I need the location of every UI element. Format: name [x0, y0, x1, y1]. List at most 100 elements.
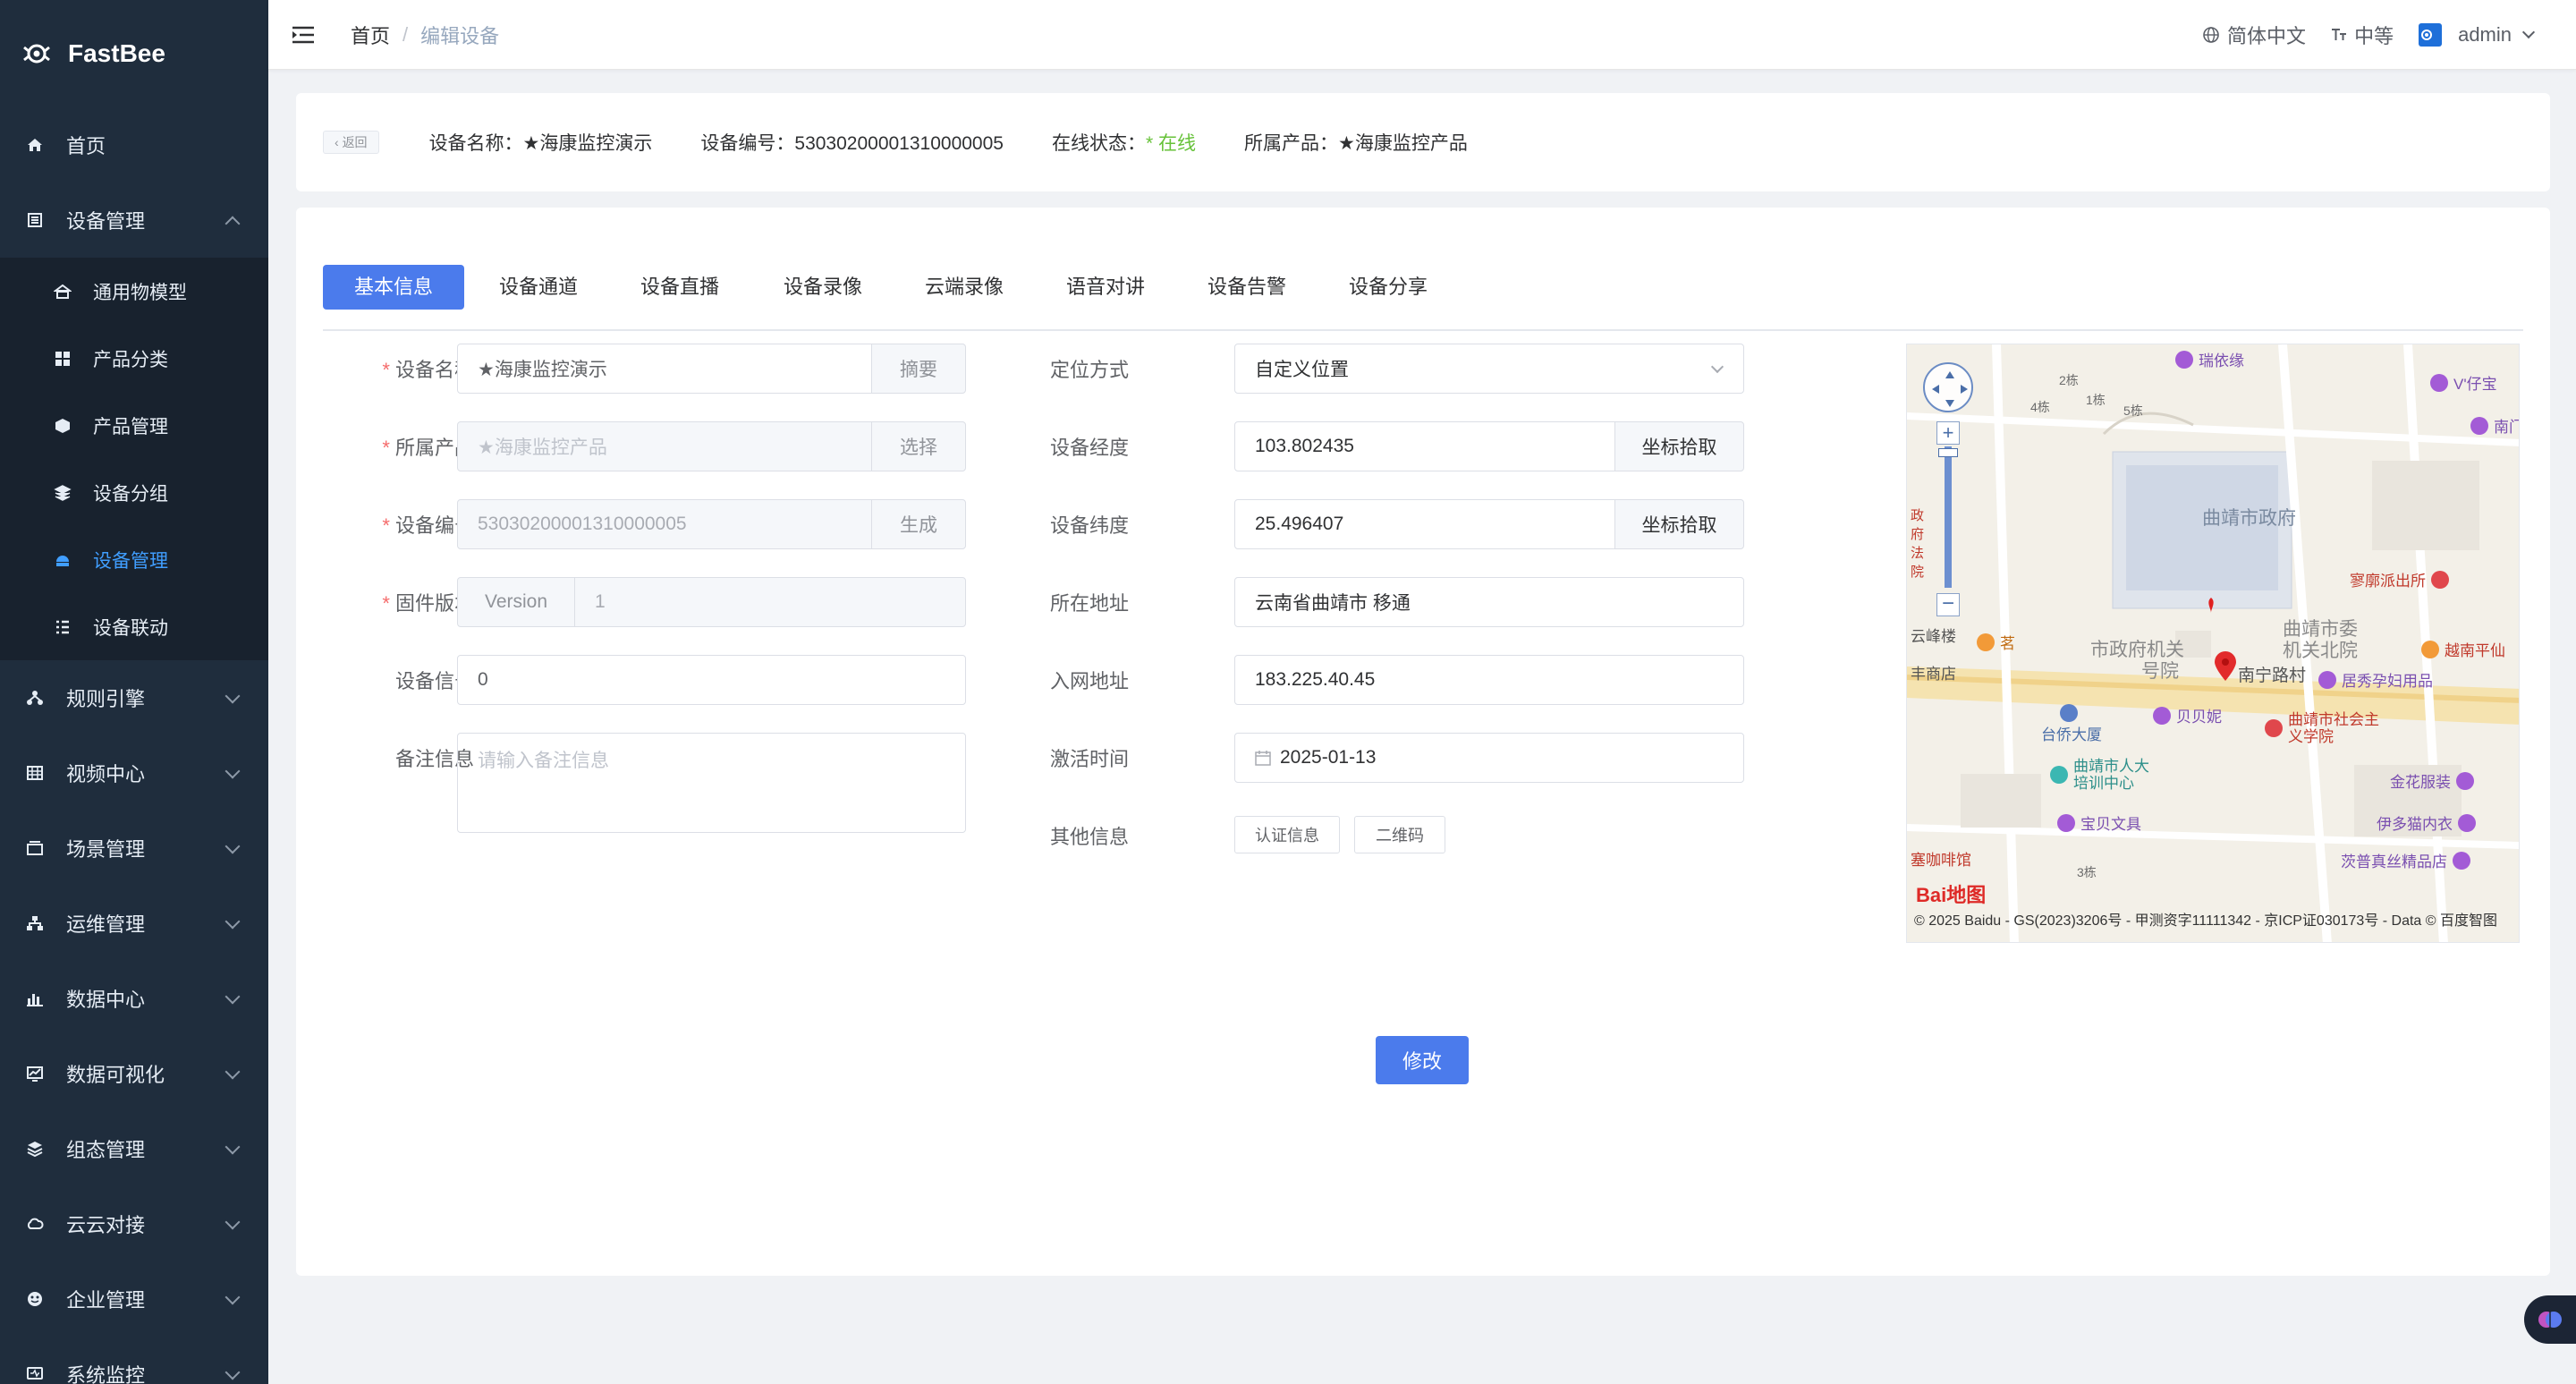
- map-label-bldg: 3栋: [2077, 865, 2097, 879]
- map-poi[interactable]: 越南平仙: [2421, 638, 2505, 660]
- serial-input: 53030200001310000005: [457, 499, 874, 549]
- sidebar-item-ops[interactable]: 运维管理: [0, 886, 268, 961]
- remark-textarea[interactable]: 请输入备注信息: [457, 733, 966, 833]
- location-map[interactable]: + − 曲靖市政府 市政府机关 号院 曲靖市委 机关北院 南宁路村 2栋 4栋 …: [1906, 344, 2520, 943]
- tab-alarm[interactable]: 设备告警: [1180, 265, 1314, 310]
- chevron-down-icon: [225, 989, 241, 1005]
- locate-select[interactable]: 自定义位置: [1234, 344, 1744, 394]
- sidebar-item-label: 企业管理: [66, 1289, 146, 1312]
- sidebar-item-scene[interactable]: 场景管理: [0, 811, 268, 886]
- sidebar-sub-item-category[interactable]: 产品分类: [0, 325, 268, 392]
- tab-live[interactable]: 设备直播: [613, 265, 747, 310]
- monitor-icon: [25, 1364, 45, 1384]
- locate-value: 自定义位置: [1255, 360, 1349, 380]
- map-label-bldg: 5栋: [2123, 403, 2143, 418]
- map-label-bldg: 4栋: [2030, 400, 2050, 414]
- sidebar-item-rule-engine[interactable]: 规则引擎: [0, 660, 268, 735]
- tab-share[interactable]: 设备分享: [1321, 265, 1455, 310]
- zoom-slider[interactable]: + −: [1936, 421, 1960, 618]
- ops-icon: [25, 913, 45, 933]
- back-button[interactable]: ‹ 返回: [323, 131, 379, 154]
- user-menu[interactable]: admin: [2419, 23, 2536, 47]
- map-poi[interactable]: 曲靖市人大培训中心: [2050, 758, 2184, 792]
- font-size-icon: [2332, 29, 2347, 40]
- sidebar-sub-item-group[interactable]: 设备分组: [0, 459, 268, 526]
- zoom-handle[interactable]: [1938, 448, 1958, 457]
- sidebar-item-label: 系统监控: [66, 1364, 146, 1384]
- size-label: 中等: [2354, 25, 2394, 47]
- avatar: [2419, 23, 2443, 47]
- sidebar-sub-item-device-manage[interactable]: 设备管理: [0, 526, 268, 593]
- map-poi[interactable]: V'仔宝: [2430, 371, 2497, 394]
- tab-basic-info[interactable]: 基本信息: [323, 265, 464, 310]
- baidu-map-logo: Bai地图: [1916, 884, 1987, 906]
- signal-input[interactable]: 0: [457, 655, 966, 705]
- sidebar-item-enterprise[interactable]: 企业管理: [0, 1261, 268, 1337]
- map-poi[interactable]: 贝贝妮: [2153, 704, 2222, 726]
- sidebar-sub-item-product[interactable]: 产品管理: [0, 392, 268, 459]
- tab-cloud-recording[interactable]: 云端录像: [897, 265, 1031, 310]
- activate-date-input[interactable]: 2025-01-13: [1234, 733, 1744, 783]
- language-switch[interactable]: 简体中文: [2202, 21, 2306, 49]
- assistant-float-button[interactable]: [2524, 1295, 2576, 1344]
- sidebar-sub-item-label: 设备管理: [93, 550, 168, 572]
- latitude-input[interactable]: 25.496407: [1234, 499, 1617, 549]
- map-poi[interactable]: 曲靖市社会主义学院: [2265, 711, 2399, 745]
- map-poi[interactable]: 瑞依缘: [2175, 348, 2244, 370]
- chevron-down-icon: [225, 838, 241, 854]
- longitude-input[interactable]: 103.802435: [1234, 421, 1617, 471]
- map-poi[interactable]: 寥廓派出所: [2350, 568, 2454, 590]
- map-poi[interactable]: 南门i: [2470, 414, 2519, 437]
- map-poi[interactable]: 茨普真丝精品店: [2341, 849, 2476, 871]
- auth-info-button[interactable]: 认证信息: [1234, 816, 1340, 853]
- map-poi[interactable]: 云峰楼: [1911, 624, 1956, 646]
- chevron-down-icon: [225, 913, 241, 930]
- device-edit-card: 基本信息 设备通道 设备直播 设备录像 云端录像 语音对讲 设备告警 设备分享 …: [296, 208, 2550, 1276]
- sidebar-item-cloud[interactable]: 云云对接: [0, 1186, 268, 1261]
- tab-recording[interactable]: 设备录像: [756, 265, 890, 310]
- sidebar-item-configuration[interactable]: 组态管理: [0, 1111, 268, 1186]
- sidebar-sub-item-linkage[interactable]: 设备联动: [0, 593, 268, 660]
- app-logo[interactable]: FastBee: [0, 0, 268, 107]
- map-label-bldg: 2栋: [2059, 373, 2079, 387]
- pick-latitude-button[interactable]: 坐标拾取: [1614, 499, 1744, 549]
- map-poi[interactable]: 茗: [1977, 631, 2015, 653]
- scene-icon: [25, 838, 45, 858]
- sidebar-sub-item-model[interactable]: 通用物模型: [0, 258, 268, 325]
- sidebar-item-label: 云云对接: [66, 1214, 146, 1236]
- hamburger-menu-icon[interactable]: [292, 25, 315, 45]
- label-signal: 设备信号: [394, 670, 474, 692]
- map-poi[interactable]: 塞咖啡馆: [1911, 847, 1971, 870]
- sidebar-item-label: 组态管理: [66, 1139, 146, 1161]
- address-input[interactable]: 云南省曲靖市 移通: [1234, 577, 1744, 627]
- map-poi[interactable]: 宝贝文具: [2057, 811, 2141, 834]
- network-input[interactable]: 183.225.40.45: [1234, 655, 1744, 705]
- zoom-out-button[interactable]: −: [1936, 593, 1960, 616]
- sidebar-item-visualization[interactable]: 数据可视化: [0, 1036, 268, 1111]
- tab-channels[interactable]: 设备通道: [471, 265, 606, 310]
- enterprise-icon: [25, 1289, 45, 1309]
- map-poi[interactable]: 金花服装: [2390, 769, 2479, 792]
- map-poi[interactable]: 台侨大厦: [2041, 704, 2102, 744]
- tab-voice-talk[interactable]: 语音对讲: [1038, 265, 1173, 310]
- map-poi[interactable]: 居秀孕妇用品: [2318, 668, 2433, 691]
- device-name-input[interactable]: ★海康监控演示: [457, 344, 874, 394]
- sidebar-item-monitor[interactable]: 系统监控: [0, 1337, 268, 1384]
- breadcrumb-home[interactable]: 首页: [351, 21, 390, 49]
- brain-icon: [2538, 1312, 2562, 1328]
- link-icon: [54, 618, 72, 636]
- map-nav-control[interactable]: [1923, 362, 1973, 412]
- size-switch[interactable]: 中等: [2331, 21, 2394, 49]
- sidebar-item-device-management[interactable]: 设备管理: [0, 183, 268, 258]
- zoom-in-button[interactable]: +: [1936, 421, 1960, 445]
- sidebar-item-data-center[interactable]: 数据中心: [0, 961, 268, 1036]
- map-poi[interactable]: 丰商店: [1911, 661, 1956, 684]
- submit-button[interactable]: 修改: [1376, 1036, 1469, 1084]
- pick-longitude-button[interactable]: 坐标拾取: [1614, 421, 1744, 471]
- sidebar-item-video-center[interactable]: 视频中心: [0, 735, 268, 811]
- zoom-track[interactable]: [1945, 446, 1952, 588]
- qrcode-button[interactable]: 二维码: [1354, 816, 1445, 853]
- map-poi[interactable]: 伊多猫内衣: [2377, 811, 2481, 834]
- sidebar-item-home[interactable]: 首页: [0, 107, 268, 183]
- product-icon: [54, 417, 72, 435]
